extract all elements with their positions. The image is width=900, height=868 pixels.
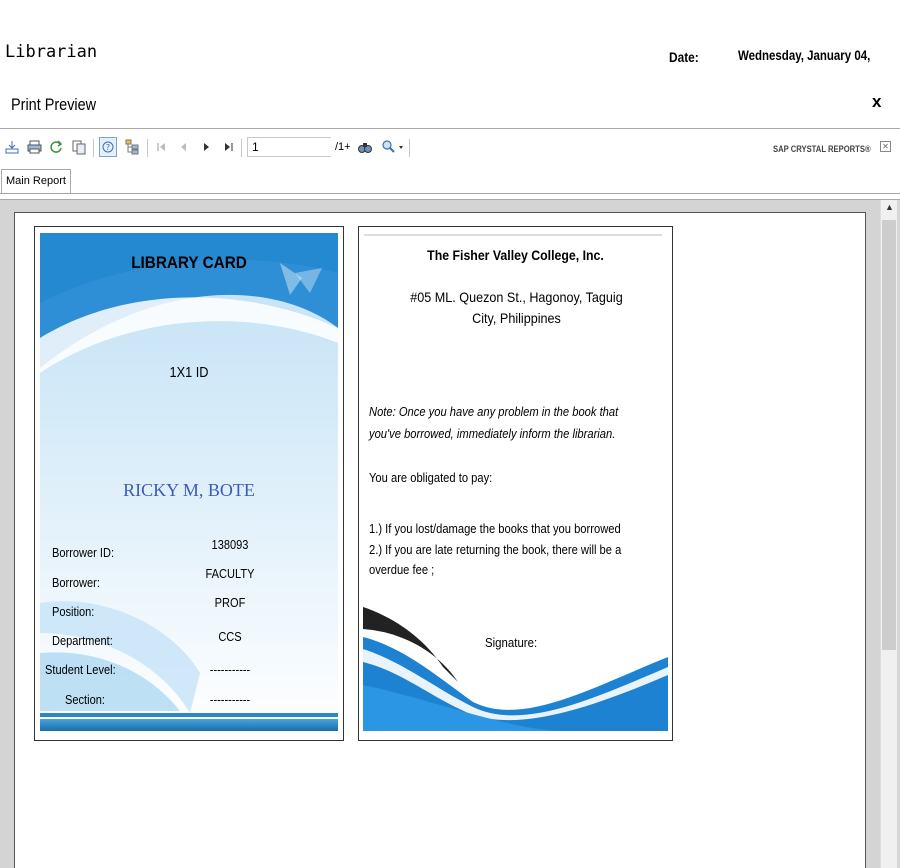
print-icon[interactable] [25, 137, 43, 157]
field-label-position: Position: [52, 604, 95, 619]
card-wave-art [363, 607, 668, 731]
close-icon[interactable]: ✕ [880, 141, 891, 152]
report-canvas: LIBRARY CARD 1X1 ID RICKY M, BOTE Borrow… [0, 199, 900, 868]
scroll-thumb[interactable] [882, 220, 896, 650]
rule-1: 1.) If you lost/damage the books that yo… [369, 521, 621, 536]
field-value-section: ----------- [209, 692, 251, 707]
report-page: LIBRARY CARD 1X1 ID RICKY M, BOTE Borrow… [14, 212, 866, 868]
first-page-icon[interactable] [152, 137, 170, 157]
field-value-borrower-id: 138093 [211, 537, 249, 552]
group-tree-icon[interactable] [123, 137, 141, 157]
school-name: The Fisher Valley College, Inc. [427, 247, 604, 263]
tab-main-report[interactable]: Main Report [1, 169, 71, 194]
find-icon[interactable] [356, 137, 374, 157]
last-page-icon[interactable] [219, 137, 237, 157]
signature-label: Signature: [485, 635, 538, 650]
zoom-icon[interactable] [379, 137, 407, 157]
copy-icon[interactable] [70, 137, 88, 157]
date-value: Wednesday, January 04, [738, 47, 871, 63]
report-viewer: ? 1 /1+ SAP CRYSTAL REPORTS® ✕ Main Repo… [0, 128, 900, 868]
crystal-reports-brand: SAP CRYSTAL REPORTS® [773, 144, 871, 154]
photo-placeholder: 1X1 ID [169, 364, 209, 381]
field-label-department: Department: [52, 633, 113, 648]
field-label-borrower-id: Borrower ID: [52, 545, 115, 560]
address-line-2: City, Philippines [472, 310, 561, 326]
help-icon[interactable]: ? [99, 137, 117, 157]
export-icon[interactable] [3, 137, 21, 157]
library-card-front: LIBRARY CARD 1X1 ID RICKY M, BOTE Borrow… [34, 226, 344, 741]
field-label-borrower: Borrower: [52, 575, 100, 590]
prev-page-icon[interactable] [174, 137, 192, 157]
page-total: /1+ [335, 141, 351, 153]
school-address: #05 ML. Quezon St., Hagonoy, Taguig City… [393, 287, 641, 329]
card-title: LIBRARY CARD [131, 253, 247, 272]
field-value-borrower: FACULTY [205, 566, 255, 581]
vertical-scrollbar[interactable]: ▲ [880, 200, 897, 868]
field-value-position: PROF [214, 595, 246, 610]
library-card-back: The Fisher Valley College, Inc. #05 ML. … [358, 226, 673, 741]
page-number-input[interactable]: 1 [247, 137, 331, 157]
field-label-student-level: Student Level: [45, 662, 116, 677]
svg-text:?: ? [106, 143, 110, 152]
refresh-icon[interactable] [47, 137, 65, 157]
print-preview-title: Print Preview [11, 95, 97, 114]
viewer-toolbar: ? 1 /1+ SAP CRYSTAL REPORTS® ✕ [0, 129, 900, 169]
address-line-1: #05 ML. Quezon St., Hagonoy, Taguig [410, 289, 623, 305]
next-page-icon[interactable] [197, 137, 215, 157]
card-holder-name: RICKY M, BOTE [123, 480, 255, 500]
date-label: Date: [669, 49, 699, 65]
rule-2: 2.) If you are late returning the book, … [369, 542, 622, 577]
obligation-text: You are obligated to pay: [369, 470, 493, 485]
field-value-department: CCS [218, 629, 242, 644]
close-button[interactable]: x [872, 92, 881, 112]
field-label-section: Section: [65, 692, 105, 707]
user-role-label: Librarian [5, 42, 98, 62]
scroll-up-icon[interactable]: ▲ [881, 202, 898, 216]
field-value-student-level: ----------- [209, 662, 251, 677]
note-text: Note: Once you have any problem in the b… [369, 404, 619, 441]
